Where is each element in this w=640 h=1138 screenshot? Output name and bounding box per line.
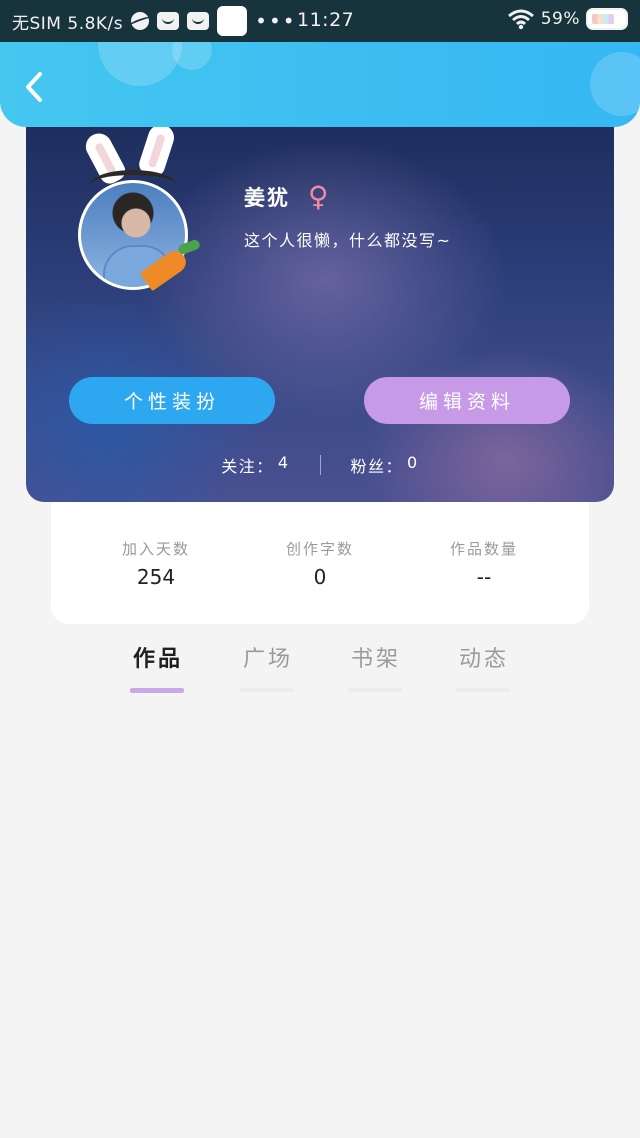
following-value: 4	[277, 453, 290, 472]
back-button[interactable]	[18, 70, 52, 104]
stat-works-count: 作品数量 --	[424, 538, 544, 624]
tab-label: 书架	[350, 647, 401, 672]
planet-icon	[131, 12, 150, 30]
chevron-left-icon	[26, 72, 42, 102]
follow-stats: 关注： 4 粉丝： 0	[26, 453, 614, 477]
more-notifications-icon: •••	[255, 9, 297, 33]
divider	[319, 455, 321, 475]
status-bar: 无SIM 5.8K/s ••• 11:27 59%	[0, 0, 640, 42]
headband-decoration	[90, 170, 176, 200]
stat-value: 254	[136, 565, 176, 589]
shopping-bag-icon	[187, 12, 210, 30]
tab-works[interactable]: 作品	[128, 640, 188, 700]
battery-percent: 59%	[540, 9, 580, 29]
status-time: 11:27	[297, 9, 355, 31]
stat-label: 创作字数	[285, 540, 354, 558]
status-left: 无SIM 5.8K/s •••	[12, 6, 297, 36]
tab-underline	[240, 688, 294, 692]
tab-label: 广场	[242, 647, 293, 672]
bio-text: 这个人很懒，什么都没写~	[244, 231, 452, 250]
fans-value: 0	[407, 453, 419, 472]
avatar-container[interactable]	[78, 121, 202, 292]
status-right: 59%	[507, 8, 628, 30]
personal-dress-button[interactable]: 个性装扮	[69, 377, 275, 424]
following-count[interactable]: 关注： 4	[221, 453, 289, 477]
tab-label: 动态	[458, 647, 509, 672]
decor-bubble	[590, 52, 640, 116]
top-header	[0, 42, 640, 127]
name-row: 姜犹 ♀	[244, 182, 329, 212]
tab-underline	[130, 688, 184, 693]
app-notification-icon	[217, 6, 248, 36]
stat-word-count: 创作字数 0	[260, 538, 380, 624]
stat-label: 作品数量	[449, 540, 518, 558]
edit-profile-button[interactable]: 编辑资料	[364, 377, 570, 424]
content-tabs: 作品 广场 书架 动态	[0, 640, 640, 700]
stat-label: 加入天数	[121, 540, 190, 558]
stat-value: 0	[313, 565, 327, 589]
tab-label: 作品	[132, 647, 183, 672]
carrier-text: 无SIM 5.8K/s	[12, 13, 124, 34]
decor-bubble	[98, 42, 182, 86]
wifi-icon	[507, 9, 534, 30]
fans-label: 粉丝：	[350, 457, 404, 476]
stat-join-days: 加入天数 254	[96, 538, 216, 624]
username: 姜犹	[244, 186, 290, 210]
tab-underline	[348, 688, 402, 692]
tab-underline	[456, 688, 510, 692]
tab-activity[interactable]: 动态	[454, 640, 514, 700]
stats-card: 加入天数 254 创作字数 0 作品数量 --	[51, 500, 589, 624]
following-label: 关注：	[221, 457, 274, 476]
notification-bag-icon	[157, 12, 180, 30]
stat-value: --	[476, 565, 492, 589]
tab-square[interactable]: 广场	[238, 640, 298, 700]
decor-bubble	[172, 42, 212, 70]
profile-card: 姜犹 ♀ 这个人很懒，什么都没写~ 个性装扮 编辑资料 关注： 4 粉丝： 0	[26, 110, 614, 502]
tab-bookshelf[interactable]: 书架	[346, 640, 406, 700]
fans-count[interactable]: 粉丝： 0	[351, 453, 419, 477]
female-gender-icon: ♀	[308, 180, 329, 213]
battery-icon	[586, 8, 628, 30]
